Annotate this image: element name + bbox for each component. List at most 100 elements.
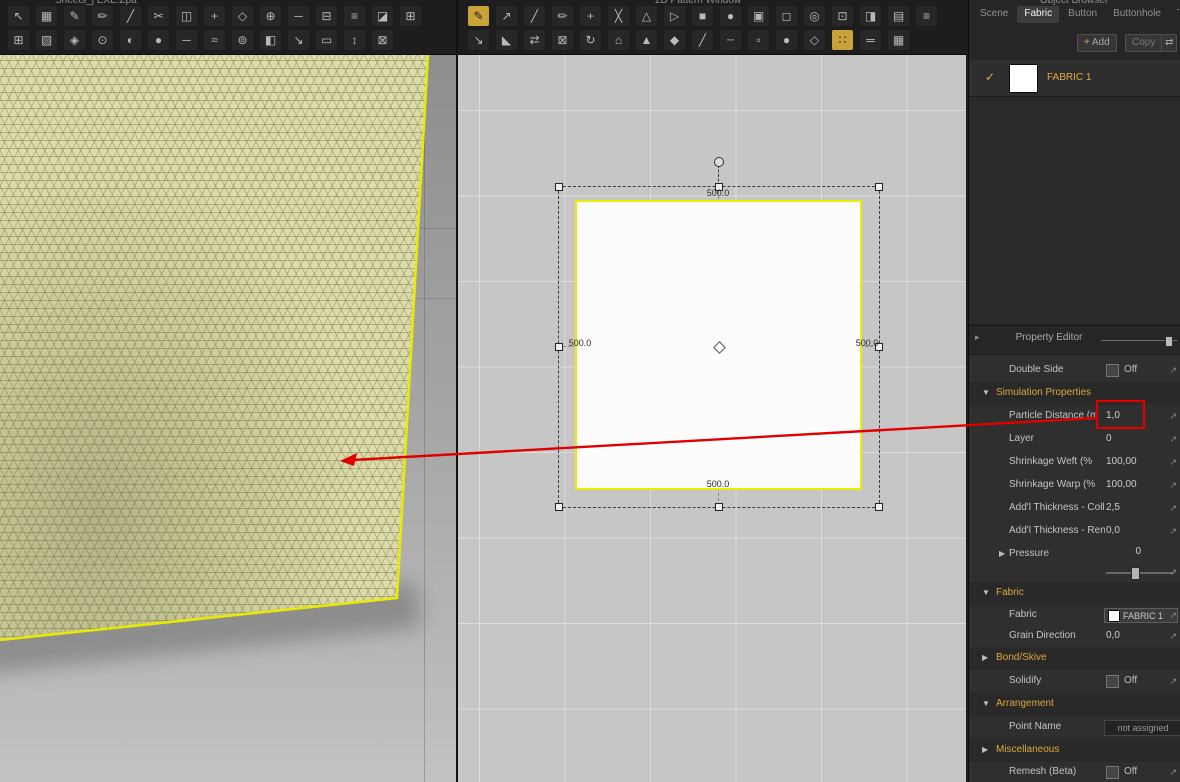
- header-slider-thumb[interactable]: [1165, 336, 1173, 347]
- toolbar-icon[interactable]: ≡: [916, 6, 937, 26]
- toolbar-icon[interactable]: ✎: [64, 6, 85, 26]
- browser-tab[interactable]: Buttonhole: [1106, 6, 1168, 23]
- toolbar-icon[interactable]: ─: [176, 30, 197, 50]
- toolbar-icon[interactable]: ◎: [804, 6, 825, 26]
- keyframe-arrow-icon[interactable]: ↗: [1169, 503, 1177, 514]
- section-bond-skive[interactable]: ▶ Bond/Skive: [969, 647, 1180, 671]
- keyframe-arrow-icon[interactable]: ↗: [1169, 526, 1177, 537]
- toolbar-icon[interactable]: ╱: [692, 30, 713, 50]
- toolbar-icon[interactable]: ◆: [664, 30, 685, 50]
- toolbar-icon[interactable]: ↖: [8, 6, 29, 26]
- section-fabric[interactable]: ▼ Fabric: [969, 582, 1180, 606]
- selection-handle[interactable]: [875, 503, 883, 511]
- toolbar-icon[interactable]: ●: [148, 30, 169, 50]
- toolbar-icon[interactable]: ↘: [288, 30, 309, 50]
- grain-direction-field[interactable]: 0,0: [1106, 630, 1120, 641]
- toolbar-icon[interactable]: ▲: [636, 30, 657, 50]
- keyframe-arrow-icon[interactable]: ↗: [1169, 767, 1177, 778]
- copy-button[interactable]: Copy: [1125, 34, 1163, 52]
- browser-tab[interactable]: Topstitch: [1170, 6, 1179, 23]
- selection-handle[interactable]: [715, 503, 723, 511]
- toolbar-icon[interactable]: ◨: [860, 6, 881, 26]
- toolbar-icon[interactable]: ⊞: [8, 30, 29, 50]
- toolbar-icon[interactable]: ⊞: [400, 6, 421, 26]
- fabric-mesh-3d[interactable]: [0, 55, 428, 640]
- keyframe-arrow-icon[interactable]: ↗: [1169, 365, 1177, 376]
- browser-tab[interactable]: Button: [1061, 6, 1104, 23]
- selection-handle[interactable]: [555, 503, 563, 511]
- toolbar-icon[interactable]: △: [636, 6, 657, 26]
- pressure-value[interactable]: 0: [1121, 546, 1141, 557]
- keyframe-arrow-icon[interactable]: ↗: [1169, 676, 1177, 687]
- double-side-checkbox[interactable]: [1106, 364, 1119, 377]
- toolbar-icon[interactable]: ⊚: [232, 30, 253, 50]
- toolbar-icon[interactable]: ✂: [148, 6, 169, 26]
- chevron-right-icon[interactable]: ▸: [975, 332, 980, 343]
- toolbar-icon[interactable]: ⊡: [832, 6, 853, 26]
- toolbar-icon[interactable]: ⇄: [524, 30, 545, 50]
- toolbar-icon[interactable]: ⊠: [552, 30, 573, 50]
- keyframe-arrow-icon[interactable]: ↗: [1169, 631, 1177, 642]
- browser-tab[interactable]: Fabric: [1017, 6, 1060, 23]
- toolbar-icon[interactable]: ▣: [748, 6, 769, 26]
- toolbar-icon[interactable]: ⊕: [260, 6, 281, 26]
- remesh-checkbox[interactable]: [1106, 766, 1119, 779]
- chevron-right-icon[interactable]: ▶: [999, 549, 1005, 558]
- browser-tab[interactable]: Scene: [973, 6, 1015, 23]
- toolbar-icon[interactable]: ▧: [36, 30, 57, 50]
- 2d-pattern-canvas[interactable]: 500.0 500.0 500.0 500.0: [458, 55, 966, 782]
- toolbar-icon[interactable]: +: [204, 6, 225, 26]
- toolbar-icon[interactable]: ◣: [496, 30, 517, 50]
- section-arrangement[interactable]: ▼ Arrangement: [969, 693, 1180, 717]
- toolbar-icon[interactable]: ≈: [204, 30, 225, 50]
- toolbar-icon[interactable]: ■: [692, 6, 713, 26]
- toolbar-icon[interactable]: ◈: [64, 30, 85, 50]
- section-simulation-properties[interactable]: ▼ Simulation Properties: [969, 382, 1180, 406]
- toolbar-icon[interactable]: ╳: [608, 6, 629, 26]
- point-name-value[interactable]: not assigned: [1104, 720, 1180, 736]
- 3d-viewport[interactable]: [0, 55, 456, 782]
- keyframe-arrow-icon[interactable]: ↗: [1169, 411, 1177, 422]
- rotation-handle[interactable]: [714, 157, 724, 167]
- keyframe-arrow-icon[interactable]: ↗: [1169, 480, 1177, 491]
- toolbar-icon[interactable]: ◇: [804, 30, 825, 50]
- toolbar-icon[interactable]: ●: [720, 6, 741, 26]
- toolbar-icon[interactable]: ✏: [552, 6, 573, 26]
- toolbar-icon[interactable]: ▫: [748, 30, 769, 50]
- toolbar-icon[interactable]: ≡: [344, 6, 365, 26]
- keyframe-arrow-icon[interactable]: ↗: [1169, 610, 1177, 621]
- layer-field[interactable]: 0: [1106, 433, 1112, 444]
- pressure-slider-thumb[interactable]: [1131, 567, 1140, 580]
- shrinkage-weft-field[interactable]: 100,00: [1106, 456, 1137, 467]
- toolbar-icon[interactable]: ●: [776, 30, 797, 50]
- toolbar-icon[interactable]: ↘: [468, 30, 489, 50]
- toolbar-icon[interactable]: ◧: [260, 30, 281, 50]
- toolbar-icon[interactable]: ▭: [316, 30, 337, 50]
- toolbar-icon[interactable]: ⌂: [608, 30, 629, 50]
- toolbar-icon[interactable]: ═: [860, 30, 881, 50]
- toolbar-icon[interactable]: ∷: [832, 30, 853, 50]
- thickness-collision-field[interactable]: 2,5: [1106, 502, 1120, 513]
- toolbar-icon[interactable]: ◻: [776, 6, 797, 26]
- section-miscellaneous[interactable]: ▶ Miscellaneous: [969, 739, 1180, 763]
- thickness-render-field[interactable]: 0,0: [1106, 525, 1120, 536]
- fabric-selector[interactable]: FABRIC 1: [1104, 608, 1178, 623]
- toolbar-icon[interactable]: ▦: [888, 30, 909, 50]
- add-button[interactable]: + Add: [1077, 34, 1117, 52]
- fabric-list-item[interactable]: ✓ FABRIC 1: [969, 60, 1180, 97]
- toolbar-icon[interactable]: ─: [288, 6, 309, 26]
- toolbar-icon[interactable]: ◫: [176, 6, 197, 26]
- keyframe-arrow-icon[interactable]: ↗: [1169, 434, 1177, 445]
- swap-panel-button[interactable]: ⇄: [1161, 34, 1178, 52]
- toolbar-icon[interactable]: ▤: [888, 6, 909, 26]
- toolbar-icon[interactable]: ▷: [664, 6, 685, 26]
- toolbar-icon[interactable]: ╱: [120, 6, 141, 26]
- pressure-slider-track[interactable]: [1106, 572, 1174, 574]
- solidify-checkbox[interactable]: [1106, 675, 1119, 688]
- toolbar-icon[interactable]: ◪: [372, 6, 393, 26]
- toolbar-icon[interactable]: ✎: [468, 6, 489, 26]
- toolbar-icon[interactable]: ┄: [720, 30, 741, 50]
- toolbar-icon[interactable]: ⊠: [372, 30, 393, 50]
- selection-handle[interactable]: [875, 183, 883, 191]
- shrinkage-warp-field[interactable]: 100,00: [1106, 479, 1137, 490]
